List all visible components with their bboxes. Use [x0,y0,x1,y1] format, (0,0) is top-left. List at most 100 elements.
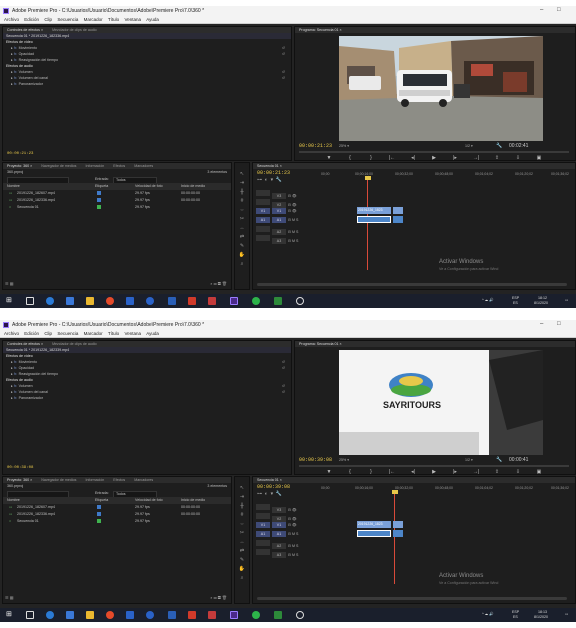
razor-tool-icon[interactable]: ✂ [238,530,247,538]
notification-icon[interactable]: ▭ [565,298,568,302]
camera-icon[interactable]: ▣ [534,469,545,474]
go-to-in-icon[interactable]: |← [387,469,398,474]
audio-clip[interactable] [357,216,391,223]
add-marker-icon[interactable]: ▾ [271,491,274,497]
col-label[interactable]: Etiqueta [95,183,108,190]
timeline-scrollbar[interactable] [257,283,567,286]
reset-icon[interactable]: ↺ [282,365,285,371]
menu-secuencia[interactable]: Secuencia [57,331,78,336]
marker-icon[interactable]: ▼ [324,155,335,160]
audio-clip-2[interactable] [393,530,403,537]
pen-tool-icon[interactable]: ✎ [238,557,247,565]
file-explorer-icon[interactable] [86,611,94,619]
trash-icon[interactable]: 🗑 [222,281,227,286]
track-target[interactable] [256,504,270,510]
track-target[interactable] [256,513,270,519]
menu-ayuda[interactable]: Ayuda [146,17,159,22]
slide-tool-icon[interactable]: ⇄ [238,234,247,242]
ripple-edit-tool-icon[interactable]: ╫ [238,189,247,197]
whatsapp-icon[interactable] [252,611,260,619]
resolution-select[interactable]: 1/2 ▾ [465,458,473,462]
notification-icon[interactable]: ▭ [565,612,568,616]
powerpoint-icon[interactable] [208,297,216,305]
project-row-clip-1[interactable]: ▭ 20191226_182607.mp4 29.97 fps 00:00:00… [3,504,231,511]
clock-time[interactable]: 18:12 [538,296,547,300]
track-target[interactable] [256,549,270,555]
rolling-edit-tool-icon[interactable]: # [238,512,247,520]
wrench-icon[interactable]: 🔧 [276,491,282,497]
track-target[interactable]: V1 [256,208,270,214]
mail-icon[interactable] [126,297,134,305]
wrench-icon[interactable]: 🔧 [276,177,282,183]
reset-icon[interactable]: ↺ [282,389,285,395]
trash-icon[interactable]: 🗑 [222,595,227,600]
track-target[interactable] [256,190,270,196]
go-to-out-icon[interactable]: →| [471,155,482,160]
file-explorer-icon[interactable] [86,297,94,305]
chrome-icon[interactable] [106,297,114,305]
video-clip[interactable]: 20191226_1823 [357,207,391,214]
project-row-clip-1[interactable]: ▭ 20191226_182607.mp4 29.97 fps 00:00:00… [3,190,231,197]
wrench-icon[interactable]: 🔧 [496,143,502,149]
search-icon[interactable] [296,297,304,305]
scrub-bar[interactable] [299,151,569,153]
icon-view-icon[interactable]: ▦ [10,595,14,600]
scrub-bar[interactable] [299,465,569,467]
in-point-icon[interactable]: { [345,155,356,160]
language-indicator[interactable]: ESP [512,296,519,300]
menu-marcador[interactable]: Marcador [84,331,103,336]
lift-icon[interactable]: ⇪ [492,155,503,160]
pdf-icon[interactable] [188,297,196,305]
menu-ayuda[interactable]: Ayuda [146,331,159,336]
new-item-icon[interactable]: ▤ [218,281,221,286]
find-icon[interactable]: ⌕ [210,595,212,600]
edge-browser-icon[interactable] [46,611,54,619]
time-ruler[interactable]: 00;00 00;00;16;00 00;00;32;00 00;00;48;0… [321,172,571,180]
step-back-icon[interactable]: ◂| [408,155,419,160]
track-select-tool-icon[interactable]: ⇥ [238,180,247,188]
reset-icon[interactable]: ↺ [282,75,285,81]
premiere-taskbar-icon[interactable] [230,297,238,305]
store-icon[interactable] [66,297,74,305]
powerpoint-icon[interactable] [208,611,216,619]
video-clip-2[interactable] [393,207,403,214]
step-back-icon[interactable]: ◂| [408,469,419,474]
task-view-icon[interactable] [26,611,34,619]
tab-sequence[interactable]: Secuencia 01 × [253,477,286,483]
out-point-icon[interactable]: } [366,155,377,160]
zoom-tool-icon[interactable]: ⌕ [238,261,247,269]
menu-secuencia[interactable]: Secuencia [57,17,78,22]
go-to-out-icon[interactable]: →| [471,469,482,474]
list-view-icon[interactable]: ☰ [5,595,9,600]
tab-program[interactable]: Programa: Secuencia 01 × [295,341,346,347]
effect-panner[interactable]: ▸ fx Panoramizador [3,81,291,87]
extract-icon[interactable]: ⇩ [513,469,524,474]
zoom-select[interactable]: 25% ▾ [339,458,349,462]
new-bin-icon[interactable]: ▭ [214,595,217,600]
col-label[interactable]: Etiqueta [95,497,108,504]
slide-tool-icon[interactable]: ⇄ [238,548,247,556]
time-ruler[interactable]: 00;00 00;00;16;00 00;00;32;00 00;00;48;0… [321,486,571,494]
ripple-edit-tool-icon[interactable]: ╫ [238,503,247,511]
hand-tool-icon[interactable]: ✋ [238,252,247,260]
play-icon[interactable]: ▶ [429,155,440,160]
word-icon[interactable] [168,611,176,619]
new-item-icon[interactable]: ▤ [218,595,221,600]
add-marker-icon[interactable]: ▾ [271,177,274,183]
task-view-icon[interactable] [26,297,34,305]
play-icon[interactable]: ▶ [429,469,440,474]
search-icon[interactable] [296,611,304,619]
menu-archivo[interactable]: Archivo [4,17,19,22]
tab-program[interactable]: Programa: Secuencia 01 × [295,27,346,33]
timeline-scrollbar[interactable] [257,597,567,600]
track-target[interactable]: V1 [256,522,270,528]
tray-icons[interactable]: ^ ☁ 🔊 [482,298,494,302]
windows-start-icon[interactable]: ⊞ [6,610,14,618]
track-select-tool-icon[interactable]: ⇥ [238,494,247,502]
effect-panner[interactable]: ▸ fx Panoramizador [3,395,291,401]
linked-selection-icon[interactable]: ◐ [265,491,268,497]
project-row-clip-2[interactable]: ▭ 20191226_182336.mp4 29.97 fps 00:00:00… [3,511,231,518]
reset-icon[interactable]: ↺ [282,51,285,57]
menu-ventana[interactable]: Ventana [124,17,141,22]
clock-time[interactable]: 18:13 [538,610,547,614]
